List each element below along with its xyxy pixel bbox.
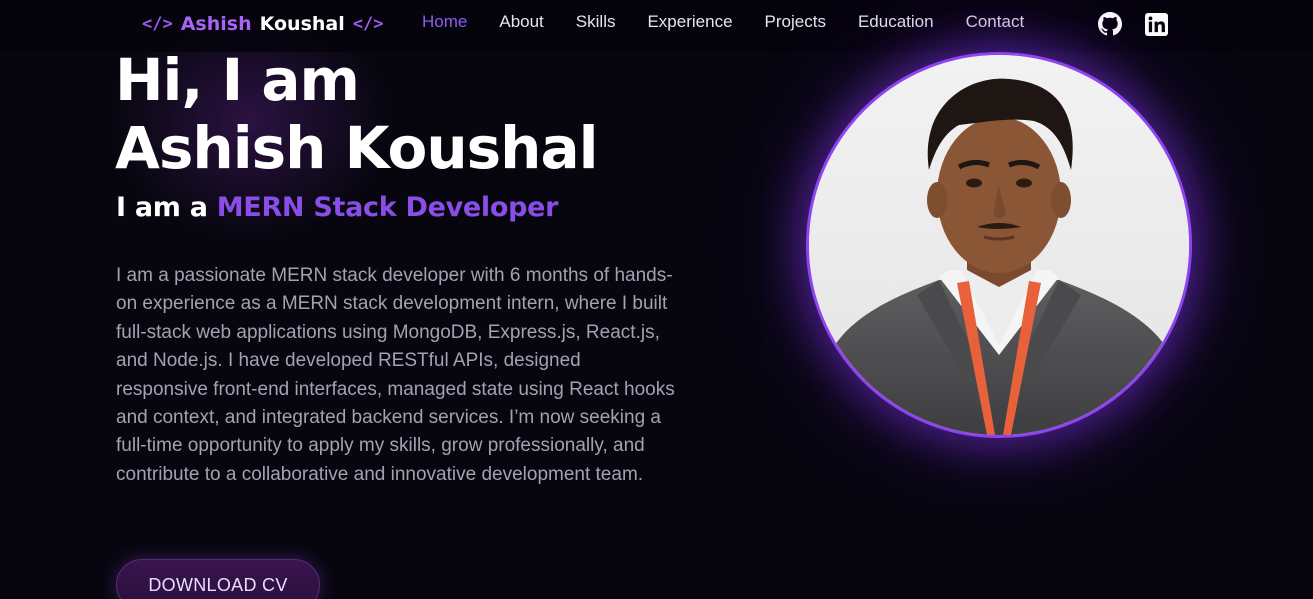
hero-greeting: Hi, I am xyxy=(115,46,360,114)
brand-last-name: Koushal xyxy=(259,13,345,35)
nav-item-education[interactable]: Education xyxy=(858,12,934,32)
brand-first-name: Ashish xyxy=(180,13,252,35)
download-cv-button[interactable]: DOWNLOAD CV xyxy=(116,559,320,599)
hero-bio: I am a passionate MERN stack developer w… xyxy=(116,265,675,485)
hero-heading: Hi, I am Ashish Koushal xyxy=(115,46,598,182)
linkedin-icon[interactable] xyxy=(1144,12,1168,36)
hero-subtitle: I am a MERN Stack Developer xyxy=(116,192,558,223)
profile-photo xyxy=(806,52,1192,438)
nav-item-contact[interactable]: Contact xyxy=(966,12,1025,32)
nav-item-experience[interactable]: Experience xyxy=(647,12,732,32)
role-prefix: I am a xyxy=(116,192,217,223)
nav-menu: Home About Skills Experience Projects Ed… xyxy=(422,12,1056,32)
role-text: MERN Stack Developer xyxy=(216,192,559,223)
nav-item-about[interactable]: About xyxy=(499,12,543,32)
hero-name: Ashish Koushal xyxy=(115,114,598,182)
social-links xyxy=(1098,12,1168,36)
navbar: </> Ashish Koushal </> Home About Skills… xyxy=(0,0,1313,52)
portfolio-page: </> Ashish Koushal </> Home About Skills… xyxy=(0,0,1313,599)
nav-item-home[interactable]: Home xyxy=(422,12,467,32)
code-icon: </> xyxy=(142,14,173,34)
nav-item-skills[interactable]: Skills xyxy=(576,12,616,32)
nav-item-projects[interactable]: Projects xyxy=(765,12,826,32)
code-icon: </> xyxy=(352,14,384,34)
github-icon[interactable] xyxy=(1098,12,1122,36)
brand-logo[interactable]: </> Ashish Koushal </> xyxy=(142,11,383,37)
